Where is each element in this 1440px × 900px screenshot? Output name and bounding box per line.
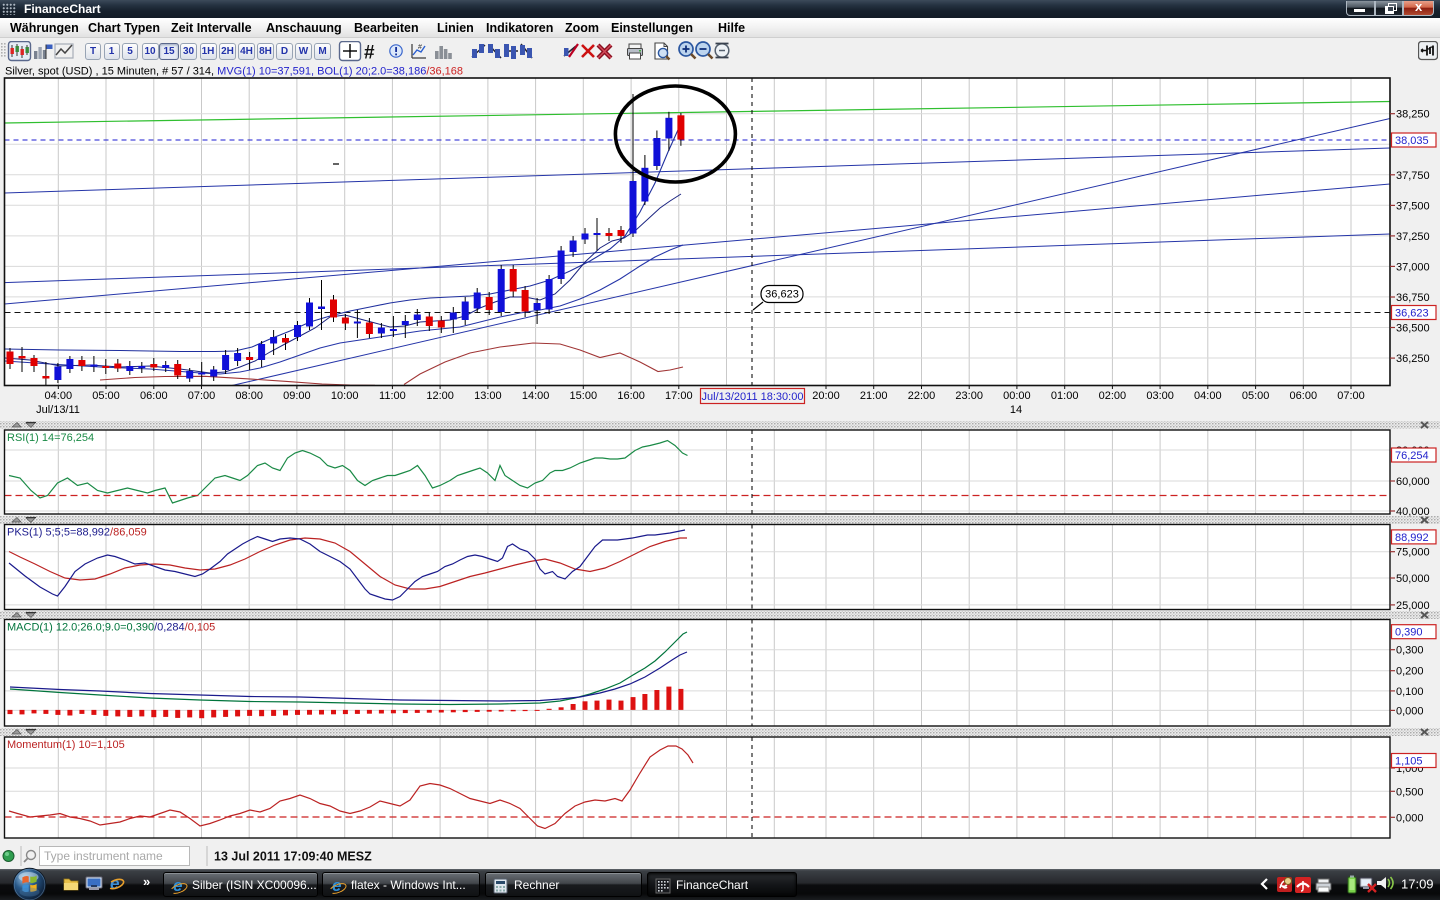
svg-text:03:00: 03:00 bbox=[1146, 390, 1174, 402]
svg-text:08:00: 08:00 bbox=[235, 390, 263, 402]
svg-text:37,500: 37,500 bbox=[1396, 200, 1430, 212]
svg-text:0,000: 0,000 bbox=[1396, 705, 1424, 717]
svg-text:36,750: 36,750 bbox=[1396, 292, 1430, 304]
svg-text:01:00: 01:00 bbox=[1051, 390, 1079, 402]
svg-text:e: e bbox=[110, 874, 119, 893]
svg-text:10:00: 10:00 bbox=[331, 390, 359, 402]
svg-text:Type instrument name: Type instrument name bbox=[44, 849, 163, 863]
svg-text:07:00: 07:00 bbox=[1337, 390, 1365, 402]
svg-text:17:09: 17:09 bbox=[1401, 877, 1434, 892]
svg-text:Silver, spot (USD) , 15 Minute: Silver, spot (USD) , 15 Minuten, # 57 / … bbox=[5, 66, 463, 78]
svg-text:05:00: 05:00 bbox=[1242, 390, 1270, 402]
svg-text:RSI(1) 14=76,254: RSI(1) 14=76,254 bbox=[7, 432, 94, 444]
svg-text:37,000: 37,000 bbox=[1396, 261, 1430, 273]
svg-text:06:00: 06:00 bbox=[1290, 390, 1318, 402]
svg-text:38,035: 38,035 bbox=[1395, 135, 1429, 147]
svg-text:04:00: 04:00 bbox=[1194, 390, 1222, 402]
svg-text:MACD(1) 12.0;26.0;9.0=0,390/0,: MACD(1) 12.0;26.0;9.0=0,390/0,284/0,105 bbox=[7, 622, 215, 634]
svg-text:36,623: 36,623 bbox=[1395, 308, 1429, 320]
svg-text:37,750: 37,750 bbox=[1396, 170, 1430, 182]
svg-text:#: # bbox=[418, 44, 422, 51]
svg-text:11:00: 11:00 bbox=[379, 390, 406, 402]
svg-text:06:00: 06:00 bbox=[140, 390, 168, 402]
svg-text:Jul/13/2011 18:30:00: Jul/13/2011 18:30:00 bbox=[702, 391, 804, 403]
svg-text:0,200: 0,200 bbox=[1396, 666, 1424, 678]
svg-text:13 Jul 2011 17:09:40 MESZ: 13 Jul 2011 17:09:40 MESZ bbox=[214, 850, 372, 864]
svg-text:22:00: 22:00 bbox=[908, 390, 936, 402]
svg-text:Jul/13/11: Jul/13/11 bbox=[36, 404, 80, 416]
svg-text:37,250: 37,250 bbox=[1396, 231, 1430, 243]
svg-text:0,500: 0,500 bbox=[1396, 786, 1424, 798]
svg-text:23:00: 23:00 bbox=[955, 390, 983, 402]
svg-text:16:00: 16:00 bbox=[617, 390, 645, 402]
svg-text:76,254: 76,254 bbox=[1395, 450, 1429, 462]
svg-text:07:00: 07:00 bbox=[188, 390, 216, 402]
svg-text:36,500: 36,500 bbox=[1396, 323, 1430, 335]
svg-text:15:00: 15:00 bbox=[570, 390, 598, 402]
svg-text:04:00: 04:00 bbox=[45, 390, 73, 402]
svg-text:60,000: 60,000 bbox=[1396, 476, 1430, 488]
svg-text:88,992: 88,992 bbox=[1395, 532, 1429, 544]
svg-text:17:00: 17:00 bbox=[665, 390, 693, 402]
svg-text:38,250: 38,250 bbox=[1396, 109, 1430, 121]
svg-text:14:00: 14:00 bbox=[522, 390, 550, 402]
svg-text:02:00: 02:00 bbox=[1099, 390, 1127, 402]
svg-text:75,000: 75,000 bbox=[1396, 547, 1430, 559]
svg-text:00:00: 00:00 bbox=[1003, 390, 1031, 402]
svg-text:0,390: 0,390 bbox=[1395, 627, 1423, 639]
svg-text:36,623: 36,623 bbox=[765, 289, 799, 301]
svg-text:40,000: 40,000 bbox=[1396, 506, 1430, 518]
svg-text:05:00: 05:00 bbox=[92, 390, 120, 402]
svg-text:12:00: 12:00 bbox=[426, 390, 454, 402]
svg-text:25,000: 25,000 bbox=[1396, 600, 1430, 612]
svg-text:»: » bbox=[143, 874, 150, 889]
svg-text:PKS(1) 5;5;5=88,992/86,059: PKS(1) 5;5;5=88,992/86,059 bbox=[7, 527, 147, 539]
svg-text:36,250: 36,250 bbox=[1396, 353, 1430, 365]
svg-text:1,105: 1,105 bbox=[1395, 756, 1423, 768]
svg-text:#: # bbox=[364, 43, 375, 63]
svg-text:21:00: 21:00 bbox=[860, 390, 888, 402]
svg-text:Momentum(1) 10=1,105: Momentum(1) 10=1,105 bbox=[7, 739, 125, 751]
svg-text:50,000: 50,000 bbox=[1396, 573, 1430, 585]
svg-text:0,100: 0,100 bbox=[1396, 686, 1424, 698]
svg-text:0,300: 0,300 bbox=[1396, 645, 1424, 657]
svg-text:0,000: 0,000 bbox=[1396, 812, 1424, 824]
svg-text:13:00: 13:00 bbox=[474, 390, 502, 402]
svg-text:14: 14 bbox=[1010, 404, 1022, 416]
svg-text:20:00: 20:00 bbox=[812, 390, 840, 402]
svg-text:09:00: 09:00 bbox=[283, 390, 311, 402]
